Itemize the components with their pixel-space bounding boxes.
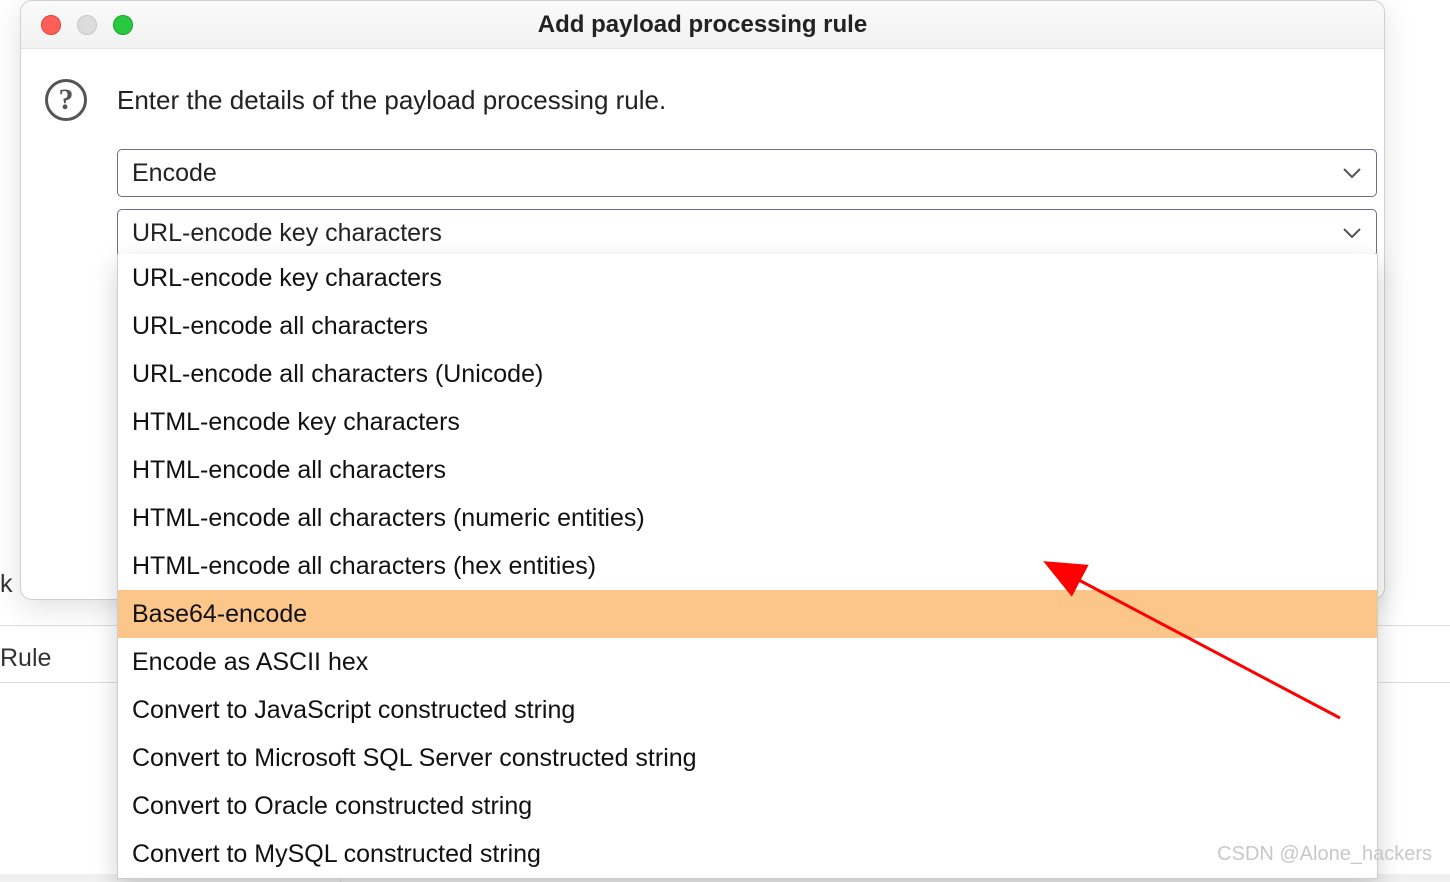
dropdown-option[interactable]: URL-encode all characters: [118, 302, 1377, 350]
instruction-row: ? Enter the details of the payload proce…: [45, 79, 1360, 121]
select-stack: Encode URL-encode key characters: [117, 149, 1360, 257]
dropdown-option[interactable]: Convert to Microsoft SQL Server construc…: [118, 734, 1377, 782]
dropdown-option[interactable]: URL-encode all characters (Unicode): [118, 350, 1377, 398]
dropdown-option[interactable]: Convert to MySQL constructed string: [118, 830, 1377, 878]
dropdown-option[interactable]: HTML-encode all characters (numeric enti…: [118, 494, 1377, 542]
chevron-down-icon: [1342, 226, 1362, 240]
dropdown-option[interactable]: HTML-encode key characters: [118, 398, 1377, 446]
dropdown-option[interactable]: Convert to Oracle constructed string: [118, 782, 1377, 830]
dropdown-option[interactable]: HTML-encode all characters (hex entities…: [118, 542, 1377, 590]
window-title: Add payload processing rule: [21, 11, 1384, 39]
dropdown-option[interactable]: Convert to JavaScript constructed string: [118, 686, 1377, 734]
rule-label: Rule: [0, 638, 51, 679]
chevron-down-icon: [1342, 166, 1362, 180]
dropdown-option[interactable]: Encode as ASCII hex: [118, 638, 1377, 686]
titlebar: Add payload processing rule: [21, 1, 1384, 49]
help-icon[interactable]: ?: [45, 79, 87, 121]
encoding-select[interactable]: URL-encode key characters: [117, 209, 1377, 257]
bg-text-fragment: k: [0, 570, 13, 599]
rule-type-value: Encode: [132, 159, 217, 188]
encoding-value: URL-encode key characters: [132, 219, 442, 248]
dropdown-option[interactable]: URL-encode key characters: [118, 254, 1377, 302]
dialog-body: ? Enter the details of the payload proce…: [21, 49, 1384, 281]
dialog-window: Add payload processing rule ? Enter the …: [20, 0, 1385, 600]
dropdown-option[interactable]: Base64-encode: [118, 590, 1377, 638]
dropdown-option[interactable]: HTML-encode all characters: [118, 446, 1377, 494]
encoding-dropdown[interactable]: URL-encode key charactersURL-encode all …: [117, 254, 1378, 879]
rule-type-select[interactable]: Encode: [117, 149, 1377, 197]
instruction-text: Enter the details of the payload process…: [117, 85, 666, 116]
watermark: CSDN @Alone_hackers: [1217, 843, 1432, 866]
